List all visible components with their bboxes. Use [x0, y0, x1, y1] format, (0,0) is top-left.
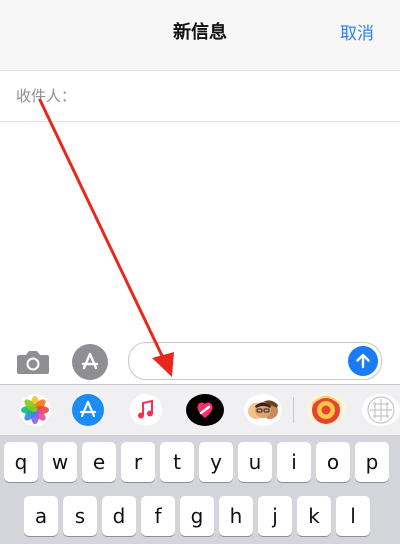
recipient-label: 收件人：: [16, 87, 77, 105]
key-u[interactable]: u: [238, 442, 272, 482]
key-g[interactable]: g: [180, 496, 214, 536]
grid-app-icon: [367, 396, 395, 424]
key-t[interactable]: t: [160, 442, 194, 482]
cancel-button[interactable]: 取消: [340, 19, 374, 44]
key-h[interactable]: h: [219, 496, 253, 536]
memoji-icon: [248, 400, 278, 419]
key-i[interactable]: i: [277, 442, 311, 482]
camera-icon: [17, 351, 49, 374]
camera-button[interactable]: [16, 347, 50, 377]
music-icon: [138, 399, 153, 419]
app-store-icon: [81, 352, 99, 370]
game-app-icon: [311, 396, 341, 424]
key-w[interactable]: w: [43, 442, 77, 482]
compose-bar: [0, 338, 400, 384]
app-drawer: [0, 384, 400, 436]
key-q[interactable]: q: [4, 442, 38, 482]
grid-app-button[interactable]: [362, 394, 400, 426]
message-input[interactable]: [141, 350, 345, 374]
game-app-button[interactable]: [306, 394, 346, 426]
appstore-app-button[interactable]: [72, 394, 104, 426]
message-field[interactable]: [128, 342, 382, 380]
memoji-app-button[interactable]: [244, 394, 282, 426]
drawer-divider: [293, 397, 294, 423]
key-r[interactable]: r: [121, 442, 155, 482]
photos-icon: [21, 396, 49, 424]
key-a[interactable]: a: [24, 496, 58, 536]
key-s[interactable]: s: [63, 496, 97, 536]
key-d[interactable]: d: [102, 496, 136, 536]
key-y[interactable]: y: [199, 442, 233, 482]
keyboard: q w e r t y u i o p a s d f g h j k l: [0, 384, 400, 544]
key-j[interactable]: j: [258, 496, 292, 536]
appstore-icon: [79, 400, 97, 418]
send-button[interactable]: [348, 346, 378, 376]
recipient-input[interactable]: [84, 81, 388, 111]
key-p[interactable]: p: [355, 442, 389, 482]
arrow-up-icon: [356, 353, 370, 369]
photos-app-button[interactable]: [19, 394, 51, 426]
music-app-button[interactable]: [130, 394, 162, 426]
key-l[interactable]: l: [336, 496, 370, 536]
key-e[interactable]: e: [82, 442, 116, 482]
key-k[interactable]: k: [297, 496, 331, 536]
digital-touch-icon: [197, 402, 213, 418]
key-o[interactable]: o: [316, 442, 350, 482]
digital-touch-button[interactable]: [186, 394, 224, 426]
navigation-bar: 新信息 取消: [0, 0, 400, 71]
app-store-button[interactable]: [72, 344, 108, 380]
recipient-row[interactable]: 收件人：: [0, 71, 400, 122]
key-f[interactable]: f: [141, 496, 175, 536]
